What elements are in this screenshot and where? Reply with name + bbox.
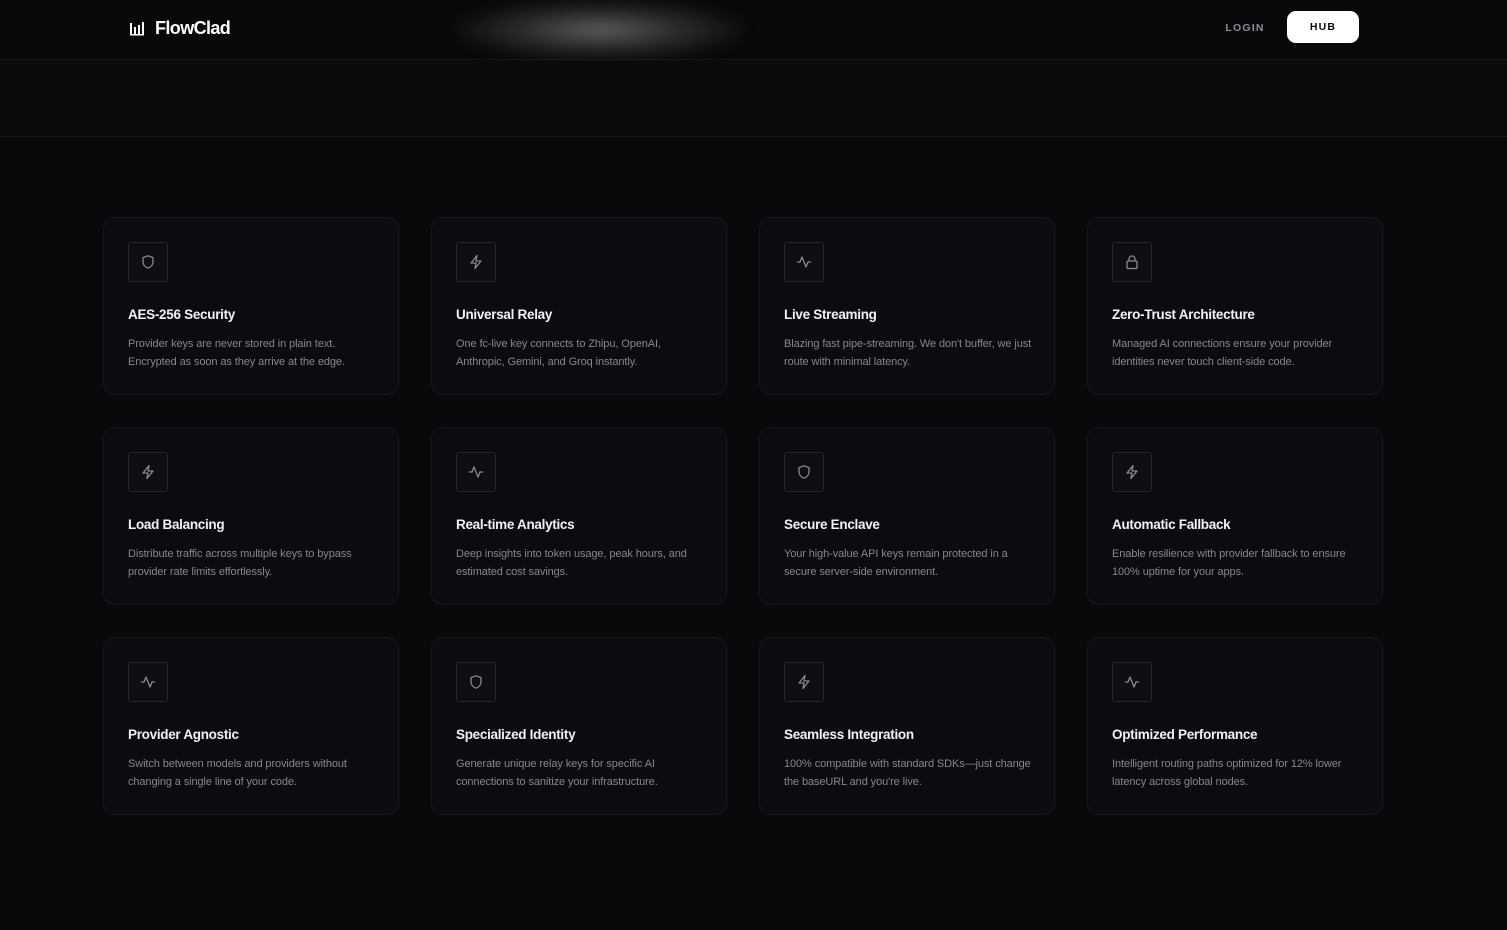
feature-title: Specialized Identity xyxy=(456,727,576,742)
feature-description: Your high-value API keys remain protecte… xyxy=(784,548,1008,578)
feature-title: Load Balancing xyxy=(128,517,225,532)
zap-icon xyxy=(1126,464,1138,480)
feature-card: Seamless Integration 100% compatible with… xyxy=(759,637,1055,815)
lock-icon xyxy=(1126,255,1138,270)
hub-button[interactable]: HUB xyxy=(1287,11,1359,43)
feature-title: Secure Enclave xyxy=(784,517,880,532)
top-navbar: FlowClad LOGIN HUB xyxy=(0,0,1507,60)
feature-card: Specialized Identity Generate unique rela… xyxy=(431,637,727,815)
activity-icon xyxy=(796,256,812,268)
feature-description: Generate unique relay keys for specific … xyxy=(456,758,658,788)
feature-title: Automatic Fallback xyxy=(1112,517,1231,532)
feature-icon-box xyxy=(784,242,824,282)
feature-icon-box xyxy=(456,452,496,492)
shield-icon xyxy=(142,255,154,269)
feature-description: Enable resilience with provider fallback… xyxy=(1112,548,1346,578)
shield-icon xyxy=(470,675,482,689)
feature-description: One fc-live key connects to Zhipu, OpenA… xyxy=(456,338,661,368)
feature-description: 100% compatible with standard SDKs—just … xyxy=(784,758,1031,788)
feature-icon-box xyxy=(784,662,824,702)
feature-grid: AES-256 Security Provider keys are never … xyxy=(103,217,1383,815)
feature-title: Seamless Integration xyxy=(784,727,914,742)
activity-icon xyxy=(1124,676,1140,688)
feature-icon-box xyxy=(784,452,824,492)
feature-title: Zero-Trust Architecture xyxy=(1112,307,1255,322)
brand-home-link[interactable]: FlowClad xyxy=(129,16,231,40)
shield-icon xyxy=(798,465,810,479)
feature-icon-box xyxy=(1112,242,1152,282)
feature-icon-box xyxy=(1112,452,1152,492)
feature-description: Intelligent routing paths optimized for … xyxy=(1112,758,1342,788)
activity-icon xyxy=(140,676,156,688)
feature-icon-box xyxy=(456,662,496,702)
feature-icon-box xyxy=(128,662,168,702)
feature-title: Optimized Performance xyxy=(1112,727,1258,742)
feature-title: AES-256 Security xyxy=(128,307,236,322)
feature-description: Deep insights into token usage, peak hou… xyxy=(456,548,687,578)
feature-card: Live Streaming Blazing fast pipe-streamin… xyxy=(759,217,1055,395)
feature-card: Universal Relay One fc-live key connects … xyxy=(431,217,727,395)
feature-icon-box xyxy=(128,452,168,492)
zap-icon xyxy=(142,464,154,480)
feature-description: Switch between models and providers with… xyxy=(128,758,347,788)
bar-chart-logo-icon xyxy=(130,22,144,36)
feature-icon-box xyxy=(1112,662,1152,702)
feature-card: Zero-Trust Architecture Managed AI connec… xyxy=(1087,217,1383,395)
feature-card: AES-256 Security Provider keys are never … xyxy=(103,217,399,395)
feature-card: Provider Agnostic Switch between models a… xyxy=(103,637,399,815)
feature-title: Provider Agnostic xyxy=(128,727,239,742)
zap-icon xyxy=(798,674,810,690)
feature-description: Blazing fast pipe-streaming. We don't bu… xyxy=(784,338,1032,368)
activity-icon xyxy=(468,466,484,478)
hero-band xyxy=(0,61,1507,137)
feature-description: Distribute traffic across multiple keys … xyxy=(128,548,352,578)
feature-description: Provider keys are never stored in plain … xyxy=(128,338,345,368)
feature-title: Real-time Analytics xyxy=(456,517,575,532)
nav-glow-decoration xyxy=(455,0,745,60)
zap-icon xyxy=(470,254,482,270)
feature-card: Load Balancing Distribute traffic across … xyxy=(103,427,399,605)
feature-description: Managed AI connections ensure your provi… xyxy=(1112,338,1333,368)
feature-title: Universal Relay xyxy=(456,307,553,322)
feature-icon-box xyxy=(128,242,168,282)
feature-title: Live Streaming xyxy=(784,307,877,322)
feature-card: Real-time Analytics Deep insights into to… xyxy=(431,427,727,605)
feature-card: Automatic Fallback Enable resilience with… xyxy=(1087,427,1383,605)
login-link[interactable]: LOGIN xyxy=(1215,20,1275,36)
feature-card: Secure Enclave Your high-value API keys r… xyxy=(759,427,1055,605)
brand-name: FlowClad xyxy=(155,17,231,38)
feature-icon-box xyxy=(456,242,496,282)
feature-card: Optimized Performance Intelligent routing… xyxy=(1087,637,1383,815)
